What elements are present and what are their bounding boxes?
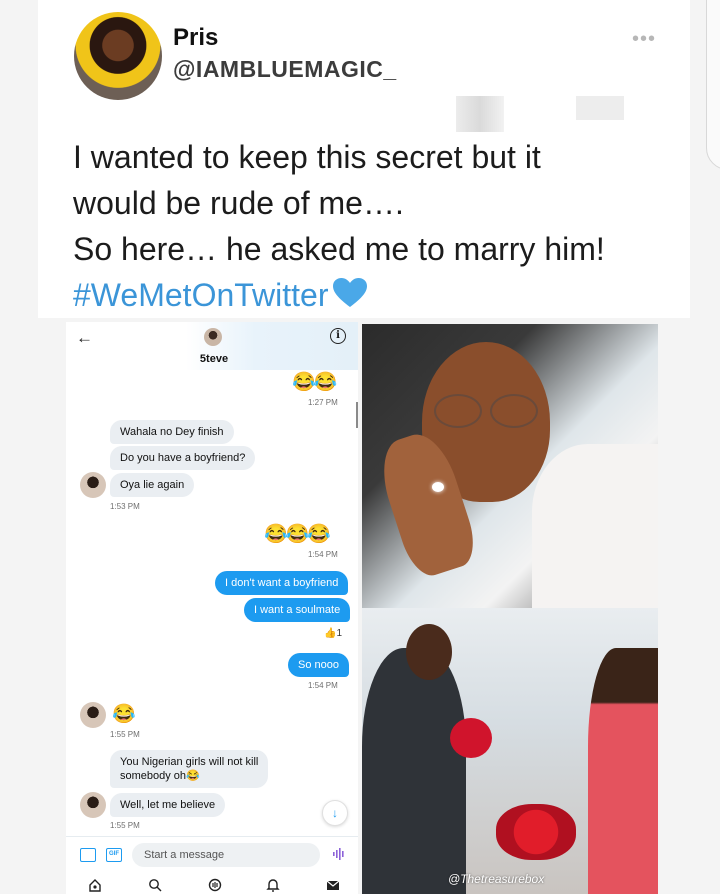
profile-avatar[interactable] (74, 12, 162, 100)
search-icon[interactable] (148, 878, 162, 894)
message-line: You Nigerian girls will not kill (120, 756, 259, 768)
message-timestamp: 1:54 PM (308, 681, 338, 690)
sender-avatar (80, 792, 106, 818)
incoming-message: Well, let me believe (110, 793, 226, 817)
incoming-message: Wahala no Dey finish (110, 420, 234, 444)
blurred-region (456, 96, 504, 132)
message-timestamp: 1:55 PM (110, 730, 140, 739)
contact-name[interactable]: 5teve (188, 353, 240, 365)
tweet-line: I wanted to keep this secret but it (73, 139, 541, 175)
rose-bouquet (496, 804, 576, 860)
blurred-region (576, 96, 624, 120)
outgoing-message: I want a soulmate (244, 598, 351, 622)
sender-avatar (80, 472, 106, 498)
message-timestamp: 1:54 PM (308, 550, 338, 559)
photo-subject (362, 648, 466, 894)
heart-balloon (450, 718, 492, 758)
tweet-card: Pris @IAMBLUEMAGIC_ ••• I wanted to keep… (38, 0, 690, 318)
message-timestamp: 1:53 PM (110, 502, 140, 511)
home-icon[interactable] (88, 878, 102, 894)
proposal-photo: @Thetreasurebox (362, 608, 658, 894)
page-edge (706, 0, 720, 170)
message-timestamp: 1:55 PM (110, 821, 140, 830)
more-options-icon[interactable]: ••• (632, 28, 656, 51)
spaces-icon[interactable] (208, 878, 222, 894)
info-icon[interactable]: i (330, 328, 346, 344)
voice-message-icon[interactable] (332, 847, 346, 864)
emoji-message: 😂😂 (292, 372, 337, 393)
contact-avatar[interactable] (204, 328, 222, 346)
tweet-line: would be rude of me…. (73, 185, 404, 221)
user-handle[interactable]: @IAMBLUEMAGIC_ (173, 56, 397, 83)
blue-heart-icon (332, 275, 368, 321)
gif-icon[interactable]: GIF (106, 848, 122, 862)
scrollbar[interactable] (356, 402, 358, 428)
notifications-icon[interactable] (266, 878, 280, 894)
ring (432, 482, 444, 492)
photo-detail (532, 444, 658, 608)
image-icon[interactable] (80, 848, 96, 862)
glasses (434, 394, 482, 428)
tweet-line: So here… he asked me to marry him! (73, 231, 605, 267)
outgoing-message: So nooo (288, 653, 349, 677)
message-composer: GIF (66, 836, 358, 876)
scroll-to-bottom-button[interactable]: ↓ (322, 800, 348, 826)
photo-detail (406, 624, 452, 680)
engagement-ring-selfie (362, 324, 658, 608)
message-timestamp: 1:27 PM (308, 398, 338, 407)
message-line: somebody oh😂 (120, 770, 200, 782)
incoming-message: You Nigerian girls will not kill somebod… (110, 750, 269, 788)
dm-screenshot: ← 5teve i 😂😂 1:27 PM Wahala no Dey finis… (66, 322, 358, 894)
message-input[interactable] (132, 843, 320, 867)
thumbs-up-reaction[interactable]: 👍1 (324, 628, 342, 639)
incoming-message: Oya lie again (110, 473, 195, 497)
incoming-message: Do you have a boyfriend? (110, 446, 256, 470)
emoji-message: 😂😂😂 (264, 524, 331, 545)
photo-subject (588, 648, 658, 894)
photo-watermark: @Thetreasurebox (448, 872, 545, 886)
bottom-navigation (66, 876, 358, 894)
glasses (490, 394, 538, 428)
emoji-message: 😂 (112, 704, 136, 725)
outgoing-message: I don't want a boyfriend (215, 571, 349, 595)
display-name[interactable]: Pris (173, 24, 218, 52)
back-arrow-icon[interactable]: ← (76, 328, 93, 348)
tweet-text: I wanted to keep this secret but it woul… (73, 134, 673, 321)
hashtag-link[interactable]: #WeMetOnTwitter (73, 277, 328, 313)
messages-icon[interactable] (326, 878, 340, 894)
sender-avatar (80, 702, 106, 728)
